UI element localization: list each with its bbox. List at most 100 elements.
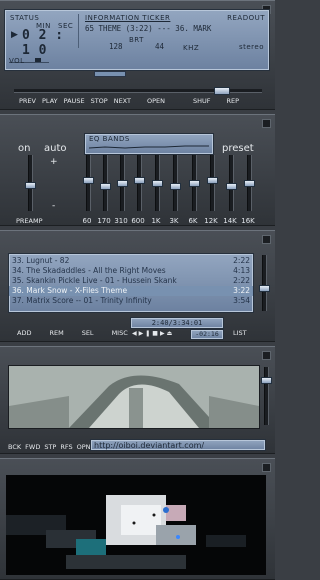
select-button[interactable]: SEL	[79, 329, 97, 337]
playlist-time-display: 2:40/3:34:01	[130, 317, 224, 329]
playlist-mini-display: -02:16	[190, 329, 224, 340]
track-title: 34. The Skadaddles - All the Right Moves	[12, 266, 166, 275]
playlist-item[interactable]: 35. Skankin Pickle Live - 01 - Hussein S…	[9, 276, 253, 286]
eq-band-label: 600	[131, 217, 145, 225]
track-length: 2:22	[233, 256, 250, 265]
vis-close-button[interactable]	[262, 463, 271, 472]
browser-close-button[interactable]	[262, 351, 271, 360]
eq-knob-310[interactable]	[117, 180, 128, 187]
forward-button[interactable]: FWD	[23, 443, 42, 451]
eq-slider-310[interactable]	[117, 155, 128, 211]
ticker-text: 65 THEME (3:22) --- 36. MARK	[85, 24, 212, 33]
playlist-scroll-knob[interactable]	[259, 285, 270, 292]
ticker-label: INFORMATION TICKER	[85, 14, 171, 22]
stop-load-button[interactable]: STP	[42, 443, 58, 451]
eq-knob-170[interactable]	[100, 183, 111, 190]
play-button[interactable]: PLAY	[39, 97, 61, 105]
url-field[interactable]: http://oiboi.deviantart.com/	[90, 439, 266, 451]
readout-label: READOUT	[227, 14, 265, 22]
eq-slider-600[interactable]	[134, 155, 145, 211]
eq-slider-6k[interactable]	[189, 155, 200, 211]
bitrate-label: BRT	[129, 36, 144, 44]
shuffle-button[interactable]: SHUF	[190, 97, 214, 105]
eq-slider-170[interactable]	[100, 155, 111, 211]
track-length: 2:22	[233, 276, 250, 285]
browser-scroll-knob[interactable]	[261, 377, 272, 384]
eq-slider-14k[interactable]	[226, 155, 237, 211]
browser-scrollbar[interactable]	[261, 367, 272, 425]
refresh-button[interactable]: RFS	[58, 443, 74, 451]
eq-knob-6k[interactable]	[189, 180, 200, 187]
visualization-canvas[interactable]	[6, 475, 266, 575]
playlist-close-button[interactable]	[262, 235, 271, 244]
playlist-item[interactable]: 33. Lugnut - 82 2:22	[9, 256, 253, 266]
mini-next-icon[interactable]: ▶	[160, 330, 167, 337]
play-indicator-icon: ▶	[11, 30, 18, 40]
browser-window: BCK FWD STP RFS OPN http://oiboi.deviant…	[0, 346, 275, 454]
eq-band-label: 3K	[169, 217, 179, 225]
eq-knob-16k[interactable]	[244, 180, 255, 187]
volume-label: VOL	[9, 57, 25, 65]
time-display: 0 2 : 1 0	[22, 28, 64, 58]
browser-buttons: BCK FWD STP RFS OPN	[6, 443, 93, 451]
remove-button[interactable]: REM	[46, 329, 66, 337]
pause-button[interactable]: PAUSE	[61, 97, 88, 105]
mini-prev-icon[interactable]: ◀	[132, 330, 139, 337]
playlist-list[interactable]: 33. Lugnut - 82 2:22 34. The Skadaddles -…	[8, 253, 254, 313]
main-window: STATUS MIN SEC ▶ 0 2 : 1 0 INFORMATION T…	[0, 0, 275, 110]
repeat-button[interactable]: REP	[224, 97, 243, 105]
seek-knob[interactable]	[214, 87, 230, 95]
eq-slider-3k[interactable]	[170, 155, 181, 211]
eq-knob-3k[interactable]	[170, 183, 181, 190]
volume-knob[interactable]	[35, 58, 41, 62]
browser-view[interactable]	[8, 365, 260, 429]
status-label: STATUS	[10, 14, 40, 22]
volume-slider[interactable]: VOL	[9, 56, 49, 65]
eq-knob-60[interactable]	[83, 177, 94, 184]
playlist-item-selected[interactable]: 36. Mark Snow - X-Files Theme 3:22	[9, 286, 253, 296]
track-length: 3:54	[233, 296, 250, 305]
mini-transport: ◀▶❚■▶⏏	[132, 330, 174, 337]
playlist-scrollbar[interactable]	[259, 255, 270, 311]
eq-slider-60[interactable]	[83, 155, 94, 211]
bitrate-value: 128	[109, 42, 123, 51]
stop-button[interactable]: STOP	[88, 97, 111, 105]
eq-knob-600[interactable]	[134, 177, 145, 184]
khz-label: KHZ	[183, 44, 200, 52]
eq-knob-1k[interactable]	[152, 180, 163, 187]
add-button[interactable]: ADD	[14, 329, 34, 337]
eq-slider-12k[interactable]	[207, 155, 218, 211]
eq-knob-14k[interactable]	[226, 183, 237, 190]
prev-button[interactable]: PREV	[16, 97, 39, 105]
eq-knob-12k[interactable]	[207, 177, 218, 184]
position-marker	[94, 71, 126, 77]
seek-bar[interactable]	[14, 87, 262, 95]
playlist-time: 2:40/3:34:01	[151, 319, 203, 327]
mini-stop-icon[interactable]: ■	[152, 330, 160, 337]
eq-slider-16k[interactable]	[244, 155, 255, 211]
eq-band-label: 14K	[223, 217, 237, 225]
open-button[interactable]: OPEN	[144, 97, 168, 105]
track-title: 35. Skankin Pickle Live - 01 - Hussein S…	[12, 276, 177, 285]
visualization-window	[0, 458, 275, 580]
playlist-buttons: ADD REM SEL MISC	[14, 329, 131, 337]
eq-bands	[0, 115, 275, 227]
track-length: 3:22	[233, 286, 250, 295]
mini-time: -02:16	[195, 330, 219, 338]
equalizer-window: on auto preset EQ BANDS + - PREAMP 60 17…	[0, 114, 275, 226]
visualization-image	[6, 495, 246, 569]
playlist-item[interactable]: 37. Matrix Score -- 01 - Trinity Infinit…	[9, 296, 253, 306]
khz-value: 44	[155, 42, 165, 51]
list-button[interactable]: LIST	[230, 329, 250, 337]
eq-slider-1k[interactable]	[152, 155, 163, 211]
back-button[interactable]: BCK	[6, 443, 23, 451]
misc-button[interactable]: MISC	[109, 329, 131, 337]
url-text: http://oiboi.deviantart.com/	[94, 441, 205, 450]
mini-eject-icon[interactable]: ⏏	[167, 330, 175, 337]
stereo-indicator: stereo	[238, 43, 264, 51]
eq-band-label: 1K	[151, 217, 161, 225]
playlist-item[interactable]: 34. The Skadaddles - All the Right Moves…	[9, 266, 253, 276]
next-button[interactable]: NEXT	[111, 97, 134, 105]
track-length: 4:13	[233, 266, 250, 275]
track-title: 36. Mark Snow - X-Files Theme	[12, 286, 128, 295]
